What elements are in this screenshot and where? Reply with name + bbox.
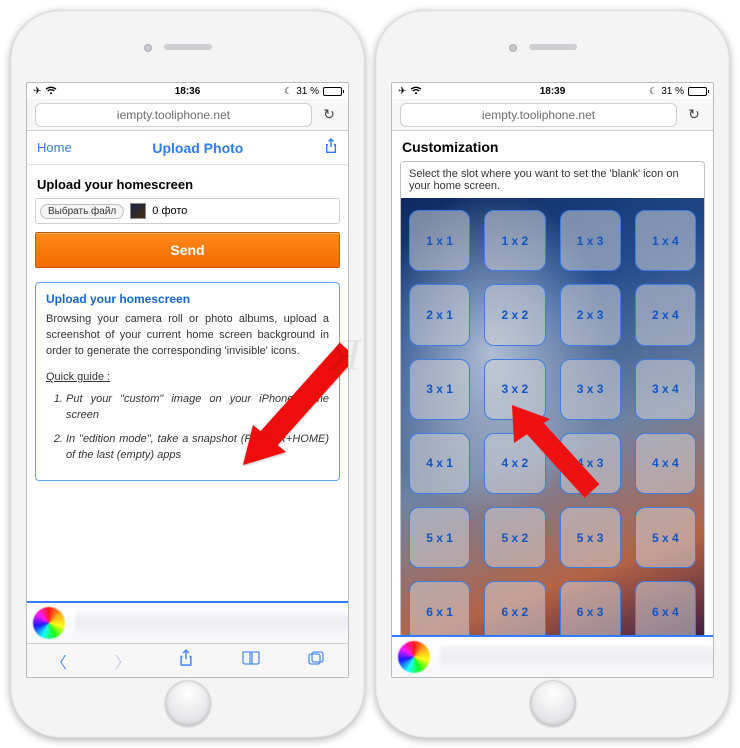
back-icon[interactable]: 〈 (51, 649, 67, 673)
slot-button[interactable]: 6 x 4 (635, 581, 696, 642)
phone-left: ✈︎ 18:36 ☾ 31 % iempty.tooliphone.net ↻ (10, 10, 365, 738)
status-bar: ✈︎ 18:39 ☾ 31 % (392, 83, 713, 99)
screen-left: ✈︎ 18:36 ☾ 31 % iempty.tooliphone.net ↻ (26, 82, 349, 678)
preview-blur (440, 645, 713, 669)
slot-button[interactable]: 4 x 3 (560, 433, 621, 494)
url-field[interactable]: iempty.tooliphone.net (35, 103, 312, 127)
wifi-icon (45, 86, 57, 97)
slot-button[interactable]: 3 x 1 (409, 359, 470, 420)
browser-urlbar: iempty.tooliphone.net ↻ (392, 99, 713, 131)
share-icon[interactable] (324, 138, 338, 158)
page-navbar: Home Upload Photo (27, 131, 348, 165)
airplane-icon: ✈︎ (33, 86, 41, 97)
battery-icon (688, 87, 707, 96)
slot-button[interactable]: 5 x 1 (409, 507, 470, 568)
slot-button[interactable]: 2 x 3 (560, 284, 621, 345)
browser-urlbar: iempty.tooliphone.net ↻ (27, 99, 348, 131)
slot-grid: 1 x 11 x 21 x 31 x 4 2 x 12 x 22 x 32 x 4… (409, 210, 696, 643)
app-switcher-preview (27, 601, 348, 643)
slot-button[interactable]: 3 x 4 (635, 359, 696, 420)
slot-grid-background: 1 x 11 x 21 x 31 x 4 2 x 12 x 22 x 32 x 4… (401, 198, 704, 643)
preview-blur (75, 611, 348, 635)
screen-right: ✈︎ 18:39 ☾ 31 % iempty.tooliphone.net ↻ … (391, 82, 714, 678)
help-card-body: Browsing your camera roll or photo album… (46, 312, 329, 360)
choose-file-button[interactable]: Выбрать файл (40, 204, 124, 219)
slot-button[interactable]: 6 x 3 (560, 581, 621, 642)
page-title: Customization (392, 131, 713, 161)
battery-pct: 31 % (661, 86, 684, 97)
watermark: Я (330, 328, 364, 381)
guide-step-2: In "edition mode", take a snapshot (POWE… (66, 432, 329, 464)
slot-button[interactable]: 5 x 3 (560, 507, 621, 568)
share-icon[interactable] (178, 649, 194, 672)
file-selector: Выбрать файл 0 фото (35, 198, 340, 224)
slot-button[interactable]: 6 x 1 (409, 581, 470, 642)
slot-button[interactable]: 5 x 4 (635, 507, 696, 568)
send-button[interactable]: Send (35, 232, 340, 268)
slot-button[interactable]: 1 x 4 (635, 210, 696, 271)
airplane-icon: ✈︎ (398, 86, 406, 97)
bookmarks-icon[interactable] (242, 651, 260, 670)
slot-button[interactable]: 2 x 2 (484, 284, 545, 345)
slot-button[interactable]: 1 x 3 (560, 210, 621, 271)
section-title: Upload your homescreen (27, 165, 348, 198)
colorwheel-icon (398, 641, 430, 673)
dnd-icon: ☾ (649, 86, 657, 97)
slot-button[interactable]: 5 x 2 (484, 507, 545, 568)
slot-button[interactable]: 3 x 2 (484, 359, 545, 420)
app-switcher-preview (392, 635, 713, 677)
slot-button[interactable]: 1 x 2 (484, 210, 545, 271)
slot-button[interactable]: 6 x 2 (484, 581, 545, 642)
battery-pct: 31 % (296, 86, 319, 97)
customization-card: Select the slot where you want to set th… (400, 161, 705, 644)
file-status: 0 фото (152, 205, 187, 217)
file-thumbnail (130, 203, 146, 219)
help-card: Upload your homescreen Browsing your cam… (35, 282, 340, 481)
forward-icon[interactable]: 〉 (115, 649, 131, 673)
phone-right: ✈︎ 18:39 ☾ 31 % iempty.tooliphone.net ↻ … (375, 10, 730, 738)
reload-icon[interactable]: ↻ (318, 106, 340, 123)
slot-button[interactable]: 2 x 4 (635, 284, 696, 345)
reload-icon[interactable]: ↻ (683, 106, 705, 123)
status-bar: ✈︎ 18:36 ☾ 31 % (27, 83, 348, 99)
quick-guide-label: Quick guide : (46, 370, 329, 386)
slot-button[interactable]: 1 x 1 (409, 210, 470, 271)
slot-button[interactable]: 2 x 1 (409, 284, 470, 345)
instruction-text: Select the slot where you want to set th… (401, 162, 704, 198)
clock: 18:36 (175, 86, 201, 97)
nav-home-link[interactable]: Home (37, 140, 72, 155)
guide-step-1: Put your "custom" image on your iPhone h… (66, 392, 329, 424)
wifi-icon (410, 86, 422, 97)
url-field[interactable]: iempty.tooliphone.net (400, 103, 677, 127)
safari-toolbar: 〈 〉 (27, 643, 348, 677)
slot-button[interactable]: 3 x 3 (560, 359, 621, 420)
page-content: Customization Select the slot where you … (392, 131, 713, 677)
slot-button[interactable]: 4 x 4 (635, 433, 696, 494)
dnd-icon: ☾ (284, 86, 292, 97)
page-title: Upload Photo (152, 140, 243, 156)
slot-button[interactable]: 4 x 2 (484, 433, 545, 494)
tabs-icon[interactable] (308, 651, 324, 670)
page-content: Upload your homescreen Выбрать файл 0 фо… (27, 165, 348, 677)
colorwheel-icon (33, 607, 65, 639)
help-card-title: Upload your homescreen (46, 291, 329, 308)
battery-icon (323, 87, 342, 96)
clock: 18:39 (540, 86, 566, 97)
slot-button[interactable]: 4 x 1 (409, 433, 470, 494)
